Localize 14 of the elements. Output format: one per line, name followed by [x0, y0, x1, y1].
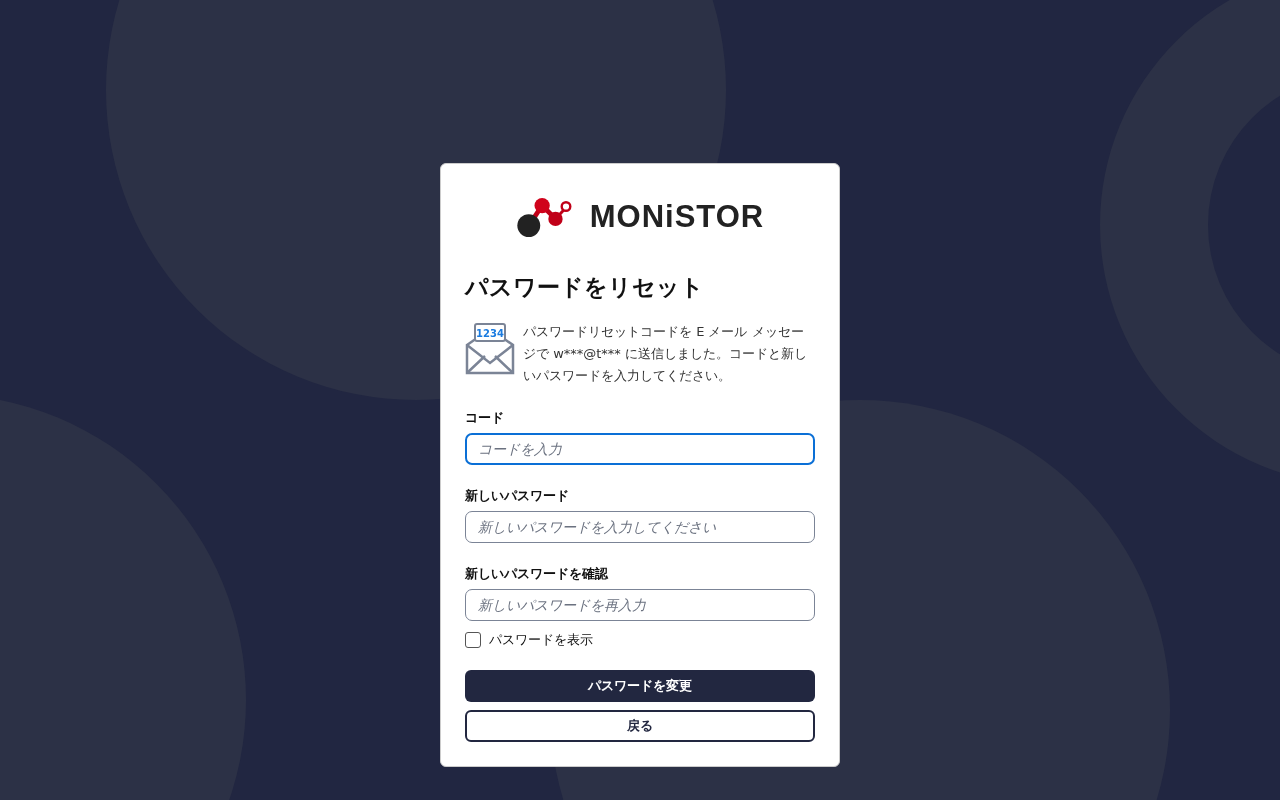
field-label: 新しいパスワードを確認 [465, 565, 609, 583]
input-field[interactable]: 新しいパスワードを入力してください [465, 511, 815, 543]
submit-button[interactable]: パスワードを変更 [465, 670, 815, 702]
input-field[interactable]: コードを入力 [465, 433, 815, 465]
notice-text: パスワードリセットコードを E メール メッセージで w***@t*** に送信しました。コードと新しいパスワードを入力してください。 [523, 323, 808, 385]
checkbox[interactable] [465, 632, 481, 648]
page-title: パスワードをリセット [465, 273, 705, 302]
back-button[interactable]: 戻る [465, 710, 815, 742]
field-label: コード [465, 409, 505, 427]
brand-name: MONiSTOR [589, 199, 765, 235]
field-label: 新しいパスワード [465, 487, 570, 505]
molecule-logo-icon [515, 196, 574, 238]
checkbox-label: パスワードを表示 [489, 631, 593, 649]
input-field[interactable]: 新しいパスワードを再入力 [465, 589, 815, 621]
